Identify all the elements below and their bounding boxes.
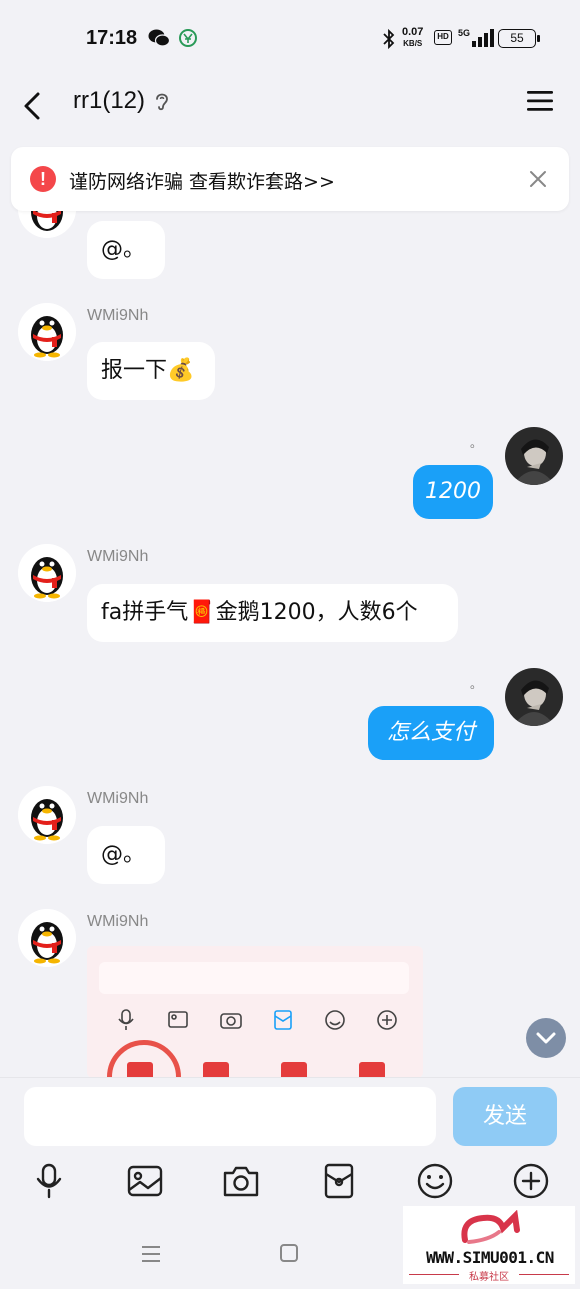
chevron-down-icon xyxy=(536,1032,556,1044)
ear-icon xyxy=(156,93,168,111)
sender-name: WMi9Nh xyxy=(87,548,149,565)
user-avatar-icon xyxy=(505,427,563,485)
network-type: 5G xyxy=(458,28,470,38)
status-bar: 17:18 0.07 KB/S HD 5G 55 xyxy=(0,0,580,78)
avatar-penguin[interactable] xyxy=(18,303,76,361)
message-bubble-self[interactable]: 怎么支付 xyxy=(368,706,494,760)
chat-header: rr1(12) xyxy=(0,78,580,134)
penguin-avatar-icon xyxy=(18,303,76,361)
penguin-avatar-icon xyxy=(18,544,76,602)
microphone-icon[interactable] xyxy=(30,1162,68,1200)
status-time: 17:18 xyxy=(86,27,138,49)
scroll-down-button[interactable] xyxy=(526,1018,566,1058)
chat-title[interactable]: rr1(12) xyxy=(73,87,145,115)
network-speed-value: 0.07 xyxy=(402,26,424,38)
close-icon[interactable] xyxy=(526,167,550,191)
nav-home-button[interactable] xyxy=(280,1244,298,1262)
penguin-avatar-icon xyxy=(18,786,76,844)
message-bubble-self[interactable]: 1200 xyxy=(413,465,493,519)
red-packet-thumb xyxy=(203,1062,229,1078)
screenshot-input-bar xyxy=(99,962,409,994)
watermark-sub: 私募社区 xyxy=(403,1268,575,1283)
avatar-penguin[interactable] xyxy=(18,544,76,602)
avatar-penguin[interactable] xyxy=(18,909,76,967)
sender-name: WMi9Nh xyxy=(87,307,149,324)
image-icon[interactable] xyxy=(126,1162,164,1200)
image-message[interactable] xyxy=(87,946,423,1078)
read-indicator: 。 xyxy=(470,677,483,691)
sender-name: WMi9Nh xyxy=(87,913,149,930)
message-input[interactable] xyxy=(24,1087,436,1146)
sender-name: WMi9Nh xyxy=(87,790,149,807)
red-packet-thumb xyxy=(127,1062,153,1078)
red-packet-thumb xyxy=(281,1062,307,1078)
network-speed-unit: KB/S xyxy=(403,39,423,48)
read-indicator: 。 xyxy=(470,436,483,450)
signal-icon: 5G xyxy=(458,28,494,47)
nav-menu-icon[interactable] xyxy=(140,1244,162,1264)
plus-icon[interactable] xyxy=(512,1162,550,1200)
red-packet-icon[interactable] xyxy=(320,1162,358,1200)
battery-indicator: 55 xyxy=(498,29,540,48)
watermark-logo xyxy=(461,1210,520,1244)
avatar-penguin[interactable] xyxy=(18,786,76,844)
network-speed: 0.07 KB/S xyxy=(402,27,423,49)
watermark-site: WWW.SIMU001.CN xyxy=(426,1248,554,1267)
back-icon[interactable] xyxy=(18,86,46,126)
menu-icon[interactable] xyxy=(526,88,554,114)
message-bubble[interactable]: @。 xyxy=(87,221,165,279)
camera-icon[interactable] xyxy=(222,1162,260,1200)
bluetooth-icon xyxy=(383,28,395,50)
avatar-self[interactable] xyxy=(505,427,563,485)
red-packet-thumb xyxy=(359,1062,385,1078)
message-bubble[interactable]: @。 xyxy=(87,826,165,884)
avatar-self[interactable] xyxy=(505,668,563,726)
penguin-avatar-icon xyxy=(18,909,76,967)
app-notification-icon xyxy=(179,29,197,47)
banner-text[interactable]: 谨防网络诈骗 查看欺诈套路>> xyxy=(69,167,335,194)
message-bubble[interactable]: 报一下💰 xyxy=(87,342,215,400)
fraud-warning-banner[interactable]: ! 谨防网络诈骗 查看欺诈套路>> xyxy=(11,147,569,211)
screenshot-toolbar xyxy=(118,1009,397,1030)
alert-icon: ! xyxy=(30,166,56,192)
hd-badge: HD xyxy=(434,30,452,45)
wechat-icon xyxy=(148,29,170,47)
watermark: WWW.SIMU001.CN 私募社区 xyxy=(403,1206,575,1284)
message-bubble[interactable]: fa拼手气🧧金鹅1200，人数6个 xyxy=(87,584,458,642)
emoji-icon[interactable] xyxy=(416,1162,454,1200)
send-button[interactable]: 发送 xyxy=(453,1087,557,1146)
user-avatar-icon xyxy=(505,668,563,726)
